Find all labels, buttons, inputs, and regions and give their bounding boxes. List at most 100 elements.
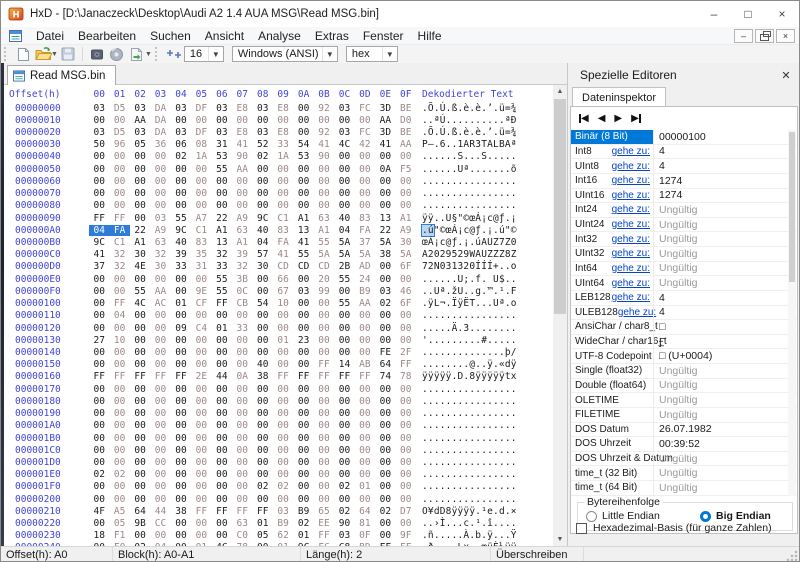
panel-close-icon[interactable]: ✕ — [775, 69, 797, 82]
hex-byte[interactable]: 02 — [253, 151, 273, 162]
hex-byte[interactable]: 00 — [130, 445, 150, 456]
menu-fenster[interactable]: Fenster — [356, 29, 411, 43]
hex-byte[interactable]: 00 — [375, 457, 395, 468]
hex-byte[interactable]: 00 — [396, 151, 416, 162]
hex-byte[interactable]: 00 — [212, 469, 232, 480]
hex-byte[interactable]: 00 — [232, 457, 252, 468]
hex-byte[interactable]: 00 — [191, 274, 211, 285]
hex-byte[interactable]: 00 — [273, 164, 293, 175]
open-file-button[interactable] — [33, 46, 53, 63]
hex-byte[interactable]: 00 — [150, 188, 170, 199]
hex-byte[interactable]: 00 — [171, 457, 191, 468]
goto-link[interactable]: gehe zu: — [612, 248, 650, 259]
decoded-text[interactable]: ................ — [422, 176, 517, 187]
hex-byte[interactable]: 00 — [130, 359, 150, 370]
tab-data-inspector[interactable]: Dateninspektor — [572, 87, 666, 108]
hex-byte[interactable]: AA — [396, 139, 416, 150]
hex-byte[interactable]: 00 — [212, 420, 232, 431]
hex-byte[interactable]: 22 — [375, 225, 395, 236]
hex-byte[interactable]: 00 — [130, 164, 150, 175]
hex-byte[interactable]: 54 — [253, 298, 273, 309]
hex-byte[interactable]: 40 — [171, 237, 191, 248]
hex-byte[interactable]: 00 — [293, 494, 313, 505]
hex-byte[interactable]: 03 — [171, 103, 191, 114]
hex-byte[interactable]: 00 — [89, 298, 109, 309]
hex-byte[interactable]: 41 — [89, 249, 109, 260]
hex-byte[interactable]: 00 — [293, 188, 313, 199]
hex-byte[interactable]: 00 — [232, 115, 252, 126]
hex-byte[interactable]: BE — [396, 127, 416, 138]
hex-byte[interactable]: 00 — [150, 494, 170, 505]
hex-byte[interactable]: 00 — [171, 200, 191, 211]
inspector-row-value[interactable]: 4 — [653, 145, 797, 159]
decoded-text[interactable]: .ú"©œÁ¡c@ƒ.¡.ú"© — [422, 225, 517, 236]
hex-byte[interactable]: 46 — [396, 286, 416, 297]
hex-byte[interactable]: DA — [150, 115, 170, 126]
hex-byte[interactable]: 00 — [396, 518, 416, 529]
hex-byte[interactable]: AA — [150, 286, 170, 297]
open-disk-button[interactable] — [87, 46, 107, 63]
inspector-row-value[interactable]: Ungültig — [653, 247, 797, 261]
hex-byte[interactable]: 00 — [212, 384, 232, 395]
hex-byte[interactable]: 00 — [191, 359, 211, 370]
hex-byte[interactable]: 00 — [375, 420, 395, 431]
hex-byte[interactable]: 83 — [273, 225, 293, 236]
hex-byte[interactable]: 00 — [273, 433, 293, 444]
goto-link[interactable]: gehe zu: — [612, 219, 650, 230]
hex-byte[interactable]: 00 — [171, 494, 191, 505]
hex-byte[interactable]: D5 — [109, 103, 129, 114]
hex-byte[interactable]: 00 — [150, 530, 170, 541]
hex-byte[interactable]: 00 — [130, 323, 150, 334]
hex-byte[interactable]: 00 — [232, 176, 252, 187]
hex-byte[interactable]: 00 — [396, 335, 416, 346]
inspector-row-value[interactable]: 26.07.1982 — [653, 423, 797, 437]
hex-byte[interactable]: 02 — [334, 481, 354, 492]
hex-byte[interactable]: 00 — [130, 213, 150, 224]
hex-byte[interactable]: 9B — [130, 518, 150, 529]
hex-byte[interactable]: 00 — [232, 310, 252, 321]
hex-byte[interactable]: 99 — [314, 286, 334, 297]
hex-byte[interactable]: 30 — [253, 261, 273, 272]
hex-byte[interactable]: C1 — [109, 237, 129, 248]
hex-byte[interactable]: 53 — [293, 151, 313, 162]
hex-byte[interactable]: 01 — [273, 335, 293, 346]
nav-prev-icon[interactable]: ◀ — [598, 113, 606, 124]
hex-byte[interactable]: 92 — [314, 103, 334, 114]
hex-byte[interactable]: FF — [334, 371, 354, 382]
mdi-close-button[interactable]: × — [776, 29, 795, 43]
hex-byte[interactable]: 00 — [334, 115, 354, 126]
hex-vertical-scrollbar[interactable]: ▲ ▼ — [553, 85, 567, 546]
hex-byte[interactable]: 00 — [334, 469, 354, 480]
hex-byte[interactable]: 02 — [334, 506, 354, 517]
hex-byte[interactable]: 22 — [212, 213, 232, 224]
close-button[interactable]: × — [765, 1, 799, 27]
hex-byte[interactable]: FA — [355, 225, 375, 236]
hex-byte[interactable]: 00 — [89, 494, 109, 505]
menu-bearbeiten[interactable]: Bearbeiten — [71, 29, 143, 43]
hex-byte[interactable]: 00 — [130, 530, 150, 541]
hex-byte[interactable]: 06 — [171, 139, 191, 150]
hex-byte[interactable]: 33 — [232, 323, 252, 334]
hex-byte[interactable]: 00 — [253, 433, 273, 444]
hex-byte[interactable]: 00 — [273, 384, 293, 395]
hex-byte[interactable]: 00 — [109, 115, 129, 126]
hex-byte[interactable]: 00 — [150, 420, 170, 431]
hex-byte[interactable]: 00 — [355, 433, 375, 444]
hex-byte[interactable]: 00 — [293, 164, 313, 175]
hex-byte[interactable]: 00 — [191, 408, 211, 419]
hex-byte[interactable]: 04 — [334, 225, 354, 236]
hex-byte[interactable]: 00 — [355, 323, 375, 334]
hex-byte[interactable]: 32 — [212, 249, 232, 260]
inspector-scrollbar[interactable] — [788, 130, 796, 496]
hex-byte[interactable]: 00 — [212, 200, 232, 211]
hex-byte[interactable]: 00 — [89, 164, 109, 175]
hex-byte[interactable]: 00 — [89, 188, 109, 199]
hex-byte[interactable]: 63 — [150, 237, 170, 248]
decoded-text[interactable]: ......S...S..... — [422, 151, 517, 162]
hex-byte[interactable]: 32 — [109, 261, 129, 272]
hex-byte[interactable]: 00 — [191, 445, 211, 456]
inspector-row-value[interactable]: □ (U+0004) — [653, 349, 797, 363]
hex-byte[interactable]: A1 — [212, 225, 232, 236]
hex-byte[interactable]: 00 — [396, 445, 416, 456]
hex-byte[interactable]: 04 — [89, 225, 109, 236]
